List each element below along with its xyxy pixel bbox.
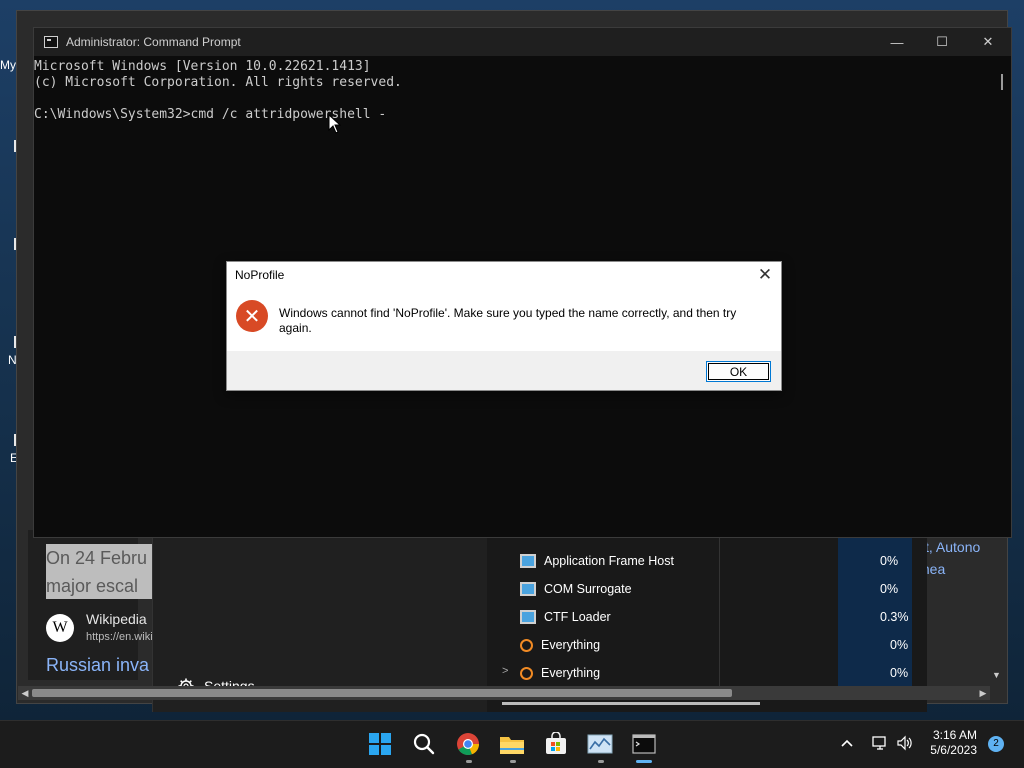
running-indicator bbox=[510, 760, 516, 763]
show-hidden-icons-chevron-icon[interactable] bbox=[841, 735, 853, 751]
notification-badge[interactable]: 2 bbox=[988, 736, 1004, 752]
dialog-message: Windows cannot find 'NoProfile'. Make su… bbox=[279, 306, 737, 335]
app-window-icon bbox=[520, 610, 536, 624]
process-name: COM Surrogate bbox=[544, 582, 632, 596]
minimize-button[interactable]: — bbox=[874, 28, 920, 56]
system-clock[interactable]: 3:16 AM 5/6/2023 bbox=[920, 728, 977, 758]
app-window-icon bbox=[520, 582, 536, 596]
resource-monitor-icon[interactable] bbox=[586, 730, 614, 758]
process-row[interactable]: CTF Loader bbox=[520, 606, 611, 628]
terminal-icon[interactable] bbox=[630, 730, 658, 758]
process-row[interactable]: Everything bbox=[520, 662, 600, 684]
process-name: CTF Loader bbox=[544, 610, 611, 624]
active-indicator bbox=[636, 760, 652, 763]
process-row[interactable]: COM Surrogate bbox=[520, 578, 632, 600]
process-cpu: 0% bbox=[890, 666, 909, 680]
running-indicator bbox=[598, 760, 604, 763]
search-snippet: On 24 Febru major escal bbox=[46, 544, 156, 599]
maximize-button[interactable]: ☐ bbox=[919, 28, 965, 56]
error-icon: ✕ bbox=[236, 300, 268, 332]
console-line: (c) Microsoft Corporation. All rights re… bbox=[34, 75, 402, 90]
file-explorer-icon[interactable] bbox=[498, 730, 526, 758]
process-name: Everything bbox=[541, 666, 601, 680]
result-site-name[interactable]: Wikipedia bbox=[86, 611, 147, 627]
process-cpu: 0.3% bbox=[880, 610, 909, 624]
window-title: Administrator: Command Prompt bbox=[66, 35, 241, 49]
scroll-right-icon[interactable]: ▶ bbox=[976, 686, 990, 700]
horizontal-scrollbar[interactable] bbox=[502, 702, 760, 705]
browser-horizontal-scrollbar[interactable]: ◀ ▶ bbox=[18, 686, 990, 700]
app-window-icon bbox=[520, 554, 536, 568]
scroll-left-icon[interactable]: ◀ bbox=[18, 686, 32, 700]
process-name: Everything bbox=[541, 638, 601, 652]
expand-chevron-icon[interactable]: > bbox=[502, 665, 508, 677]
process-name: Application Frame Host bbox=[544, 554, 674, 568]
result-url[interactable]: https://en.wiki bbox=[86, 631, 152, 643]
clock-time: 3:16 AM bbox=[932, 728, 977, 742]
search-magnifier-icon bbox=[520, 638, 533, 652]
process-cpu: 0% bbox=[880, 582, 899, 596]
close-icon[interactable]: ✕ bbox=[753, 264, 777, 286]
error-dialog[interactable]: NoProfile ✕ ✕ Windows cannot find 'NoPro… bbox=[226, 261, 782, 391]
clock-date: 5/6/2023 bbox=[930, 743, 977, 757]
console-scrollbar[interactable] bbox=[1001, 74, 1003, 90]
column-divider bbox=[719, 536, 720, 696]
close-button[interactable]: ✕ bbox=[965, 28, 1011, 56]
cmd-titlebar[interactable]: Administrator: Command Prompt — ☐ ✕ bbox=[34, 28, 1011, 56]
snippet-line: On 24 Febru bbox=[46, 548, 148, 568]
console-line: Microsoft Windows [Version 10.0.22621.14… bbox=[34, 59, 371, 74]
result-title-link[interactable]: Russian inva bbox=[46, 655, 154, 676]
network-icon[interactable] bbox=[871, 735, 889, 754]
start-icon[interactable] bbox=[366, 730, 394, 758]
cmd-app-icon bbox=[44, 36, 58, 48]
search-icon[interactable] bbox=[410, 730, 438, 758]
volume-icon[interactable] bbox=[896, 735, 914, 754]
mouse-cursor-icon bbox=[328, 114, 342, 134]
wikipedia-logo-icon: W bbox=[46, 614, 74, 642]
ok-button[interactable]: OK bbox=[706, 361, 771, 382]
process-row[interactable]: Everything bbox=[520, 634, 600, 656]
search-magnifier-icon bbox=[520, 666, 533, 680]
process-cpu: 0% bbox=[880, 554, 899, 568]
scroll-thumb[interactable] bbox=[32, 689, 732, 697]
microsoft-store-icon[interactable] bbox=[542, 730, 570, 758]
scroll-down-icon[interactable]: ▼ bbox=[992, 670, 1001, 680]
snippet-line: major escal bbox=[46, 576, 139, 596]
chrome-icon[interactable] bbox=[454, 730, 482, 758]
process-cpu: 0% bbox=[890, 638, 909, 652]
right-snippet: st, Autono mea bbox=[918, 539, 981, 577]
process-row[interactable]: Application Frame Host bbox=[520, 550, 674, 572]
running-indicator bbox=[466, 760, 472, 763]
dialog-title: NoProfile bbox=[235, 268, 285, 282]
